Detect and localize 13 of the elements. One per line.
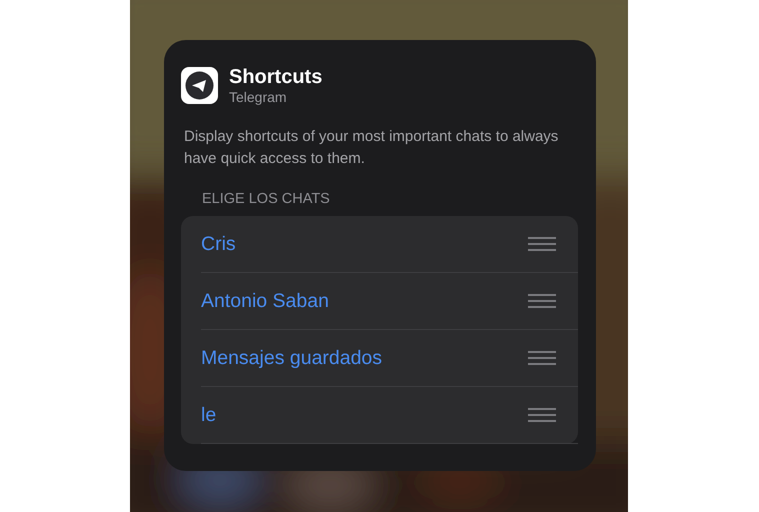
chat-name[interactable]: Antonio Saban — [201, 290, 329, 312]
drag-handle-icon[interactable] — [528, 408, 556, 422]
drag-handle-icon[interactable] — [528, 294, 556, 308]
app-icon — [181, 67, 218, 104]
chat-name[interactable]: le — [201, 404, 216, 426]
drag-handle-icon[interactable] — [528, 237, 556, 251]
drag-handle-icon[interactable] — [528, 351, 556, 365]
section-header: ELIGE LOS CHATS — [202, 190, 331, 208]
widget-description: Display shortcuts of your most important chats to always have quick access to them. — [184, 127, 560, 169]
chat-name[interactable]: Cris — [201, 232, 236, 256]
chat-name[interactable]: Mensajes guardados — [201, 346, 382, 370]
app-name: Telegram — [229, 89, 288, 106]
widget-title: Shortcuts — [229, 65, 322, 89]
